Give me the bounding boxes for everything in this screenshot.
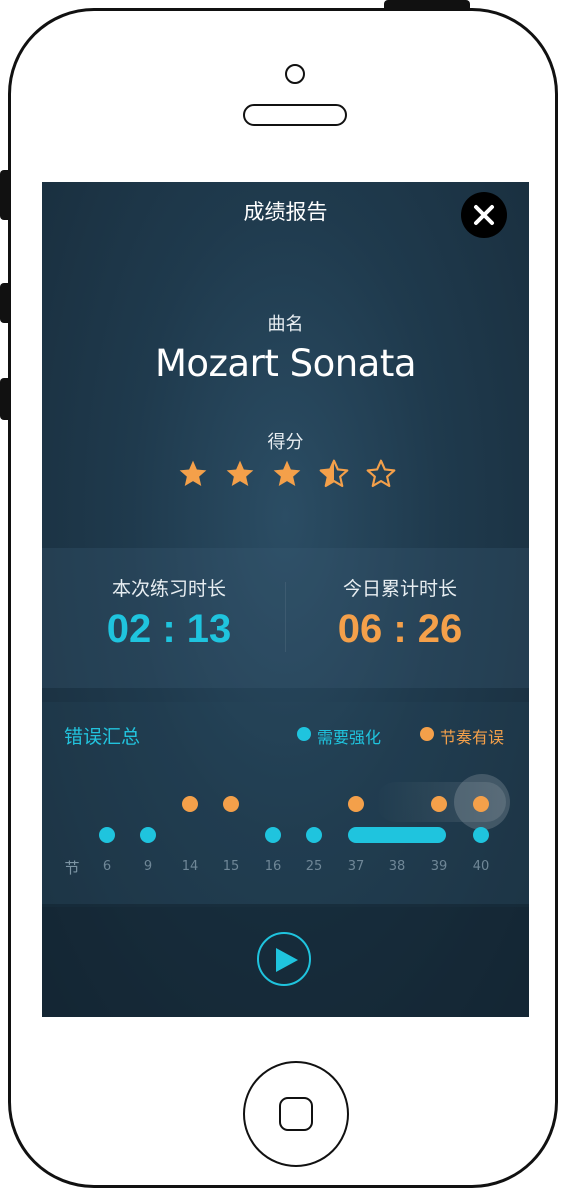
close-button[interactable] — [461, 192, 507, 238]
error-dot-rhythm[interactable] — [348, 796, 364, 812]
mute-switch — [0, 170, 10, 220]
legend-dot-reinforce — [297, 727, 311, 741]
star-icon — [273, 460, 301, 486]
speaker — [243, 104, 347, 126]
error-dot-reinforce[interactable] — [306, 827, 322, 843]
power-button — [384, 0, 470, 10]
legend-label-reinforce: 需要强化 — [317, 728, 382, 747]
close-icon — [474, 205, 494, 225]
measure-tick: 39 — [430, 859, 448, 874]
song-name: Mozart Sonata — [154, 342, 417, 385]
axis-label: 节 — [64, 859, 80, 877]
legend-label-rhythm: 节奏有误 — [440, 728, 505, 747]
error-summary-title: 错误汇总 — [64, 726, 141, 748]
volume-down-button — [0, 378, 10, 420]
stats-divider — [285, 582, 286, 652]
measure-tick: 38 — [388, 859, 406, 874]
page-title: 成绩报告 — [243, 200, 328, 224]
camera — [285, 64, 305, 84]
play-icon — [276, 948, 298, 972]
star-rating — [177, 458, 397, 492]
star-half-icon — [319, 459, 349, 488]
home-button[interactable] — [243, 1061, 349, 1167]
play-button[interactable] — [257, 932, 311, 986]
measure-tick: 14 — [181, 859, 199, 874]
measure-tick: 9 — [143, 859, 153, 874]
measure-tick: 25 — [305, 859, 323, 874]
session-duration-label: 本次练习时长 — [111, 578, 226, 600]
score-label: 得分 — [267, 432, 304, 453]
error-dot-reinforce[interactable] — [140, 827, 156, 843]
star-icon — [179, 460, 207, 486]
star-empty-icon — [366, 459, 396, 488]
measure-tick: 16 — [264, 859, 282, 874]
song-label: 曲名 — [267, 314, 304, 335]
error-dot-rhythm[interactable] — [223, 796, 239, 812]
star-icon — [226, 460, 254, 486]
today-duration-label: 今日累计时长 — [342, 578, 457, 600]
legend-dot-rhythm — [420, 727, 434, 741]
report-screen: 成绩报告 曲名 Mozart Sonata 得分 本次练习时长 02 : 13 … — [42, 182, 529, 1017]
volume-up-button — [0, 283, 10, 323]
measure-tick: 37 — [347, 859, 365, 874]
measure-tick: 40 — [472, 859, 490, 874]
error-dot-reinforce[interactable] — [99, 827, 115, 843]
error-dot-reinforce[interactable] — [265, 827, 281, 843]
error-dot-reinforce[interactable] — [473, 827, 489, 843]
measure-tick: 6 — [102, 859, 112, 874]
session-duration-value: 02 : 13 — [106, 607, 232, 651]
home-button-inner — [279, 1097, 313, 1131]
today-duration-value: 06 : 26 — [337, 607, 463, 651]
error-dot-rhythm[interactable] — [182, 796, 198, 812]
error-dot-rhythm[interactable] — [431, 796, 447, 812]
error-bar-reinforce[interactable] — [348, 827, 446, 843]
measure-tick: 15 — [222, 859, 240, 874]
error-dot-rhythm[interactable] — [473, 796, 489, 812]
